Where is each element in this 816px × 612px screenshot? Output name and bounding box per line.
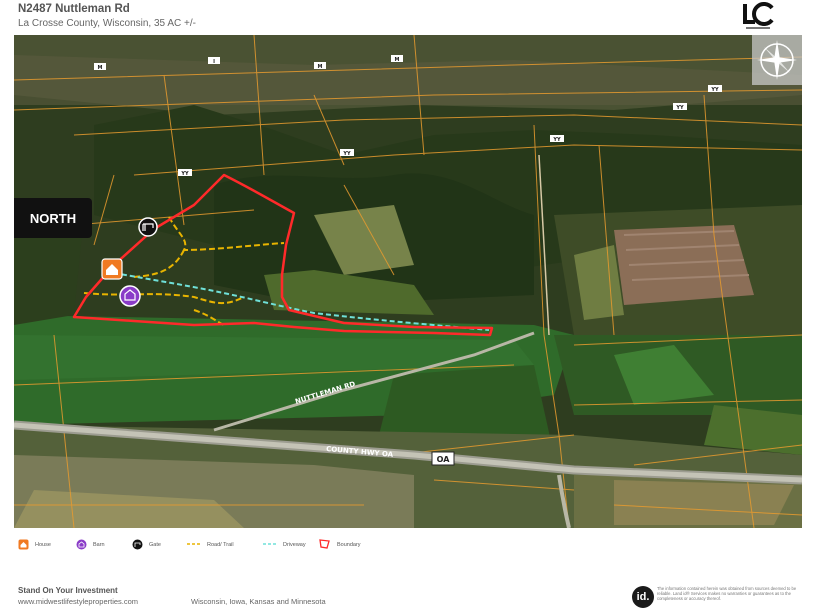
legend-item-barn: Barn [76,539,132,552]
legend-label: Barn [93,542,105,548]
gate-marker[interactable] [138,217,158,237]
barn-marker[interactable] [119,285,141,307]
legend-item-house: House [18,539,76,552]
land-id-logo: id. [632,586,654,608]
barn-icon [76,539,87,552]
website-link[interactable]: www.midwestlifestyleproperties.com [18,597,138,606]
aerial-map[interactable]: M I M M YY YY YY YY YY NUTTLEMAN RD COUN… [14,35,802,528]
legend-item-boundary: Boundary [319,538,361,552]
road-label-yy: YY [180,171,189,177]
road-shield-oa: OA [437,455,451,464]
map-legend: House Barn Gate Road/ Trail Driveway Bou… [18,538,361,552]
disclaimer-text: The information contained herein was obt… [657,586,797,601]
legend-label: Gate [149,542,161,548]
page-subtitle: La Crosse County, Wisconsin, 35 AC +/- [18,18,196,29]
road-label-m: M [395,57,400,63]
legend-item-driveway: Driveway [263,541,319,549]
driveway-icon [263,541,277,549]
legend-label: Boundary [337,542,361,548]
north-label: NORTH [14,198,92,238]
legend-item-road-trail: Road/ Trail [187,541,263,549]
gate-icon [132,539,143,552]
brand-logo [740,2,776,32]
legend-item-gate: Gate [132,539,187,552]
road-trail-icon [187,541,201,549]
road-label-yy: YY [552,137,561,143]
road-label-m: M [318,64,323,70]
service-states: Wisconsin, Iowa, Kansas and Minnesota [191,597,326,606]
footer-tagline: Stand On Your Investment [18,586,118,595]
legend-label: Road/ Trail [207,542,234,548]
boundary-icon [319,538,331,552]
legend-label: House [35,542,51,548]
road-label-yy: YY [342,151,351,157]
road-label-yy: YY [675,105,684,111]
compass-icon[interactable] [752,35,802,85]
house-marker[interactable] [101,258,123,280]
road-label-yy: YY [710,87,719,93]
road-label-m: M [98,65,103,71]
legend-label: Driveway [283,542,306,548]
house-icon [18,539,29,552]
road-label-i: I [213,59,215,65]
page-title: N2487 Nuttleman Rd [18,3,130,15]
